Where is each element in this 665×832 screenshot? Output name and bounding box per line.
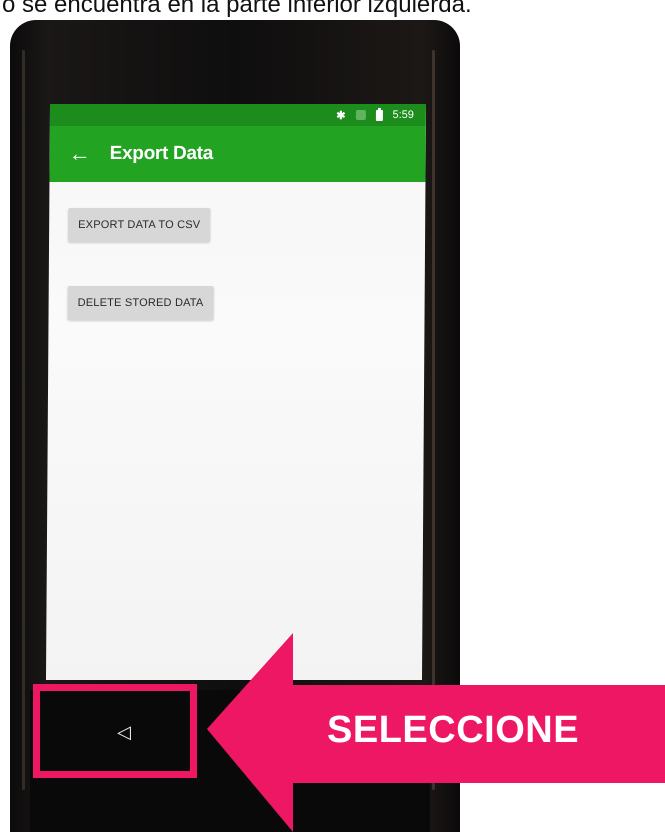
status-icons: ✱ 5:59 [336, 107, 414, 123]
bluetooth-icon: ✱ [336, 109, 346, 122]
triangle-back-icon[interactable]: ◁ [114, 722, 134, 742]
export-csv-button[interactable]: EXPORT DATA TO CSV [68, 208, 211, 242]
status-bar: ✱ 5:59 [49, 104, 427, 126]
phone-edge-left [22, 50, 25, 790]
arrow-left-icon[interactable]: ← [68, 141, 92, 166]
battery-icon [375, 109, 383, 121]
signal-icon [355, 110, 366, 120]
tutorial-screenshot: o se encuentra en la parte inferior izqu… [0, 0, 665, 832]
delete-data-button[interactable]: DELETE STORED DATA [67, 286, 214, 320]
content-area: EXPORT DATA TO CSV DELETE STORED DATA [46, 182, 425, 680]
phone-screen: ✱ 5:59 ← Export Data EXPORT DATA TO CSV … [45, 104, 427, 680]
select-label: SELECCIONE [327, 709, 580, 751]
annotation-arrow: SELECCIONE [207, 633, 665, 832]
page-title: Export Data [109, 143, 214, 164]
app-bar: ← Export Data [49, 126, 426, 182]
status-time: 5:59 [392, 109, 414, 121]
